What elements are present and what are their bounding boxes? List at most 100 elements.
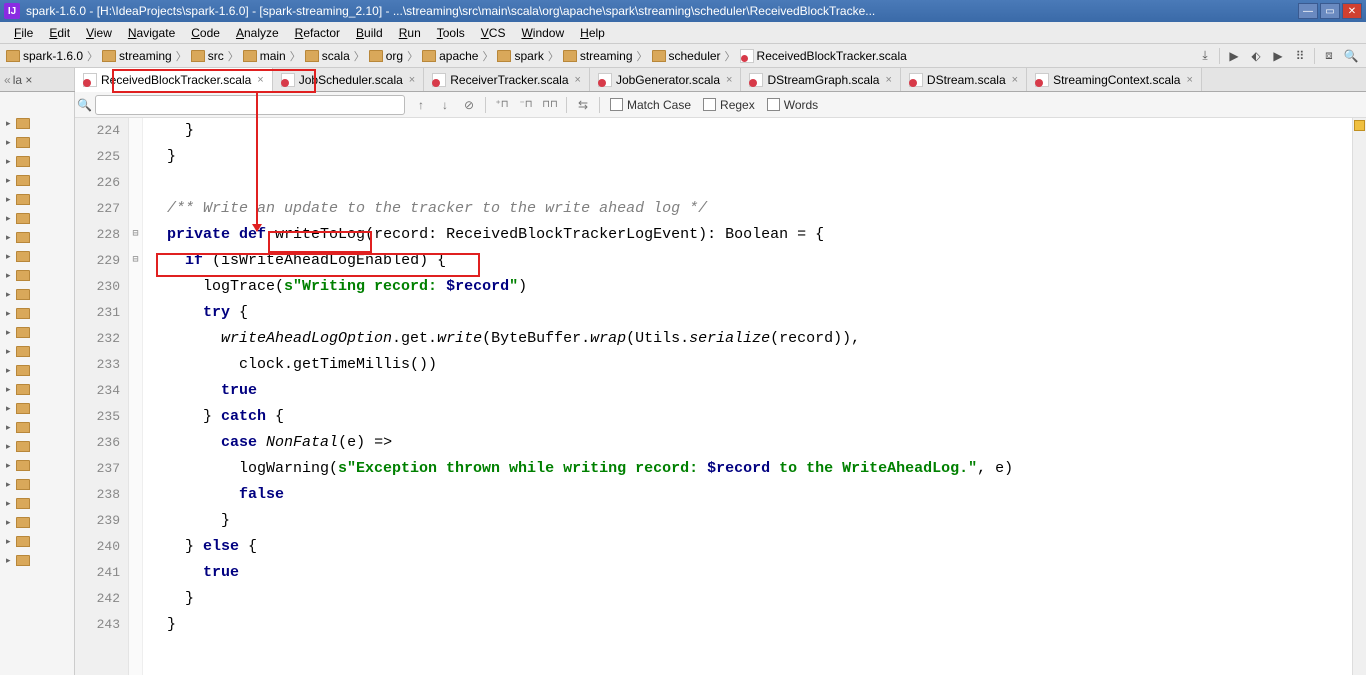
tree-node[interactable]: ▸	[0, 475, 74, 494]
tree-node[interactable]: ▸	[0, 399, 74, 418]
breadcrumb-item[interactable]: org	[367, 49, 405, 63]
code-line[interactable]: }	[149, 586, 1352, 612]
code-line[interactable]: }	[149, 612, 1352, 638]
line-number-gutter[interactable]: 2242252262272282292302312322332342352362…	[75, 118, 129, 675]
editor-tab[interactable]: DStream.scala×	[901, 68, 1027, 91]
code-line[interactable]: } else {	[149, 534, 1352, 560]
expand-icon[interactable]: ▸	[6, 536, 14, 547]
tree-node[interactable]: ▸	[0, 304, 74, 323]
expand-icon[interactable]: ▸	[6, 555, 14, 566]
minimize-button[interactable]: —	[1298, 3, 1318, 19]
expand-icon[interactable]: ▸	[6, 384, 14, 395]
expand-icon[interactable]: ▸	[6, 251, 14, 262]
expand-icon[interactable]: ▸	[6, 498, 14, 509]
menu-edit[interactable]: Edit	[41, 24, 78, 42]
add-selection-button[interactable]: ⁺⊓	[491, 95, 513, 115]
match-case-checkbox[interactable]: Match Case	[610, 98, 691, 112]
warning-marker[interactable]	[1354, 120, 1365, 131]
tree-node[interactable]: ▸	[0, 513, 74, 532]
code-line[interactable]: true	[149, 560, 1352, 586]
next-match-button[interactable]: ↓	[434, 95, 456, 115]
exclude-button[interactable]: ⊘	[458, 95, 480, 115]
code-line[interactable]: if (isWriteAheadLogEnabled) {	[149, 248, 1352, 274]
editor-tab[interactable]: ReceivedBlockTracker.scala×	[75, 68, 273, 92]
expand-icon[interactable]: ▸	[6, 422, 14, 433]
close-tab-icon[interactable]: ×	[409, 74, 415, 86]
tree-node[interactable]: ▸	[0, 209, 74, 228]
breadcrumb-item[interactable]: src	[189, 49, 226, 63]
code-line[interactable]: false	[149, 482, 1352, 508]
tree-node[interactable]: ▸	[0, 266, 74, 285]
tree-node[interactable]: ▸	[0, 114, 74, 133]
maximize-button[interactable]: ▭	[1320, 3, 1340, 19]
tree-node[interactable]: ▸	[0, 361, 74, 380]
select-all-button[interactable]: ⊓⊓	[539, 95, 561, 115]
expand-icon[interactable]: ▸	[6, 403, 14, 414]
menu-build[interactable]: Build	[348, 24, 391, 42]
code-line[interactable]: }	[149, 144, 1352, 170]
breadcrumb-item[interactable]: spark	[495, 49, 545, 63]
tree-node[interactable]: ▸	[0, 247, 74, 266]
code-line[interactable]: /** Write an update to the tracker to th…	[149, 196, 1352, 222]
tree-node[interactable]: ▸	[0, 228, 74, 247]
tree-node[interactable]: ▸	[0, 323, 74, 342]
expand-icon[interactable]: ▸	[6, 517, 14, 528]
menu-navigate[interactable]: Navigate	[120, 24, 183, 42]
menu-file[interactable]: File	[6, 24, 41, 42]
close-tab-icon[interactable]: ×	[885, 74, 891, 86]
expand-icon[interactable]: ▸	[6, 156, 14, 167]
tree-node[interactable]: ▸	[0, 133, 74, 152]
toolbar-button-8[interactable]: 🔍	[1341, 47, 1361, 65]
expand-icon[interactable]: ▸	[6, 213, 14, 224]
menu-refactor[interactable]: Refactor	[287, 24, 348, 42]
code-line[interactable]: case NonFatal(e) =>	[149, 430, 1352, 456]
tree-node[interactable]: ▸	[0, 437, 74, 456]
code-text[interactable]: } } /** Write an update to the tracker t…	[143, 118, 1352, 675]
code-line[interactable]: } catch {	[149, 404, 1352, 430]
toolbar-button-5[interactable]: ⠿	[1290, 47, 1310, 65]
breadcrumb-item[interactable]: streaming	[561, 49, 635, 63]
expand-icon[interactable]: ▸	[6, 270, 14, 281]
fold-gutter[interactable]: ⊟⊟	[129, 118, 143, 675]
tab-overflow-left[interactable]: « la ×	[0, 68, 75, 91]
tree-node[interactable]: ▸	[0, 494, 74, 513]
code-line[interactable]: }	[149, 118, 1352, 144]
close-tab-icon[interactable]: ×	[575, 74, 581, 86]
code-line[interactable]	[149, 170, 1352, 196]
tree-node[interactable]: ▸	[0, 551, 74, 570]
error-stripe[interactable]	[1352, 118, 1366, 675]
expand-icon[interactable]: ▸	[6, 308, 14, 319]
toolbar-button-2[interactable]: ▶	[1224, 47, 1244, 65]
menu-analyze[interactable]: Analyze	[228, 24, 287, 42]
expand-icon[interactable]: ▸	[6, 137, 14, 148]
expand-icon[interactable]: ▸	[6, 175, 14, 186]
tree-node[interactable]: ▸	[0, 285, 74, 304]
editor-tab[interactable]: ReceiverTracker.scala×	[424, 68, 590, 91]
breadcrumb-item[interactable]: scheduler	[650, 49, 723, 63]
tree-node[interactable]: ▸	[0, 152, 74, 171]
expand-icon[interactable]: ▸	[6, 365, 14, 376]
editor-tab[interactable]: JobGenerator.scala×	[590, 68, 742, 91]
close-tab-icon[interactable]: ×	[1186, 74, 1192, 86]
code-line[interactable]: try {	[149, 300, 1352, 326]
words-checkbox[interactable]: Words	[767, 98, 818, 112]
code-line[interactable]: private def writeToLog(record: ReceivedB…	[149, 222, 1352, 248]
breadcrumb-item[interactable]: streaming	[100, 49, 174, 63]
expand-icon[interactable]: ▸	[6, 327, 14, 338]
code-line[interactable]: logWarning(s"Exception thrown while writ…	[149, 456, 1352, 482]
tree-node[interactable]: ▸	[0, 532, 74, 551]
editor-tab[interactable]: StreamingContext.scala×	[1027, 68, 1202, 91]
close-tab-icon[interactable]: ×	[257, 74, 263, 86]
tree-node[interactable]: ▸	[0, 342, 74, 361]
expand-icon[interactable]: ▸	[6, 194, 14, 205]
code-line[interactable]: writeAheadLogOption.get.write(ByteBuffer…	[149, 326, 1352, 352]
breadcrumb-item[interactable]: main	[241, 49, 288, 63]
toolbar-button-4[interactable]: ▶	[1268, 47, 1288, 65]
menu-vcs[interactable]: VCS	[473, 24, 514, 42]
breadcrumb-item[interactable]: ReceivedBlockTracker.scala	[738, 49, 909, 63]
menu-run[interactable]: Run	[391, 24, 429, 42]
menu-window[interactable]: Window	[513, 24, 572, 42]
code-area[interactable]: 2242252262272282292302312322332342352362…	[75, 118, 1366, 675]
breadcrumb-item[interactable]: spark-1.6.0	[4, 49, 85, 63]
close-tab-icon[interactable]: ×	[726, 74, 732, 86]
